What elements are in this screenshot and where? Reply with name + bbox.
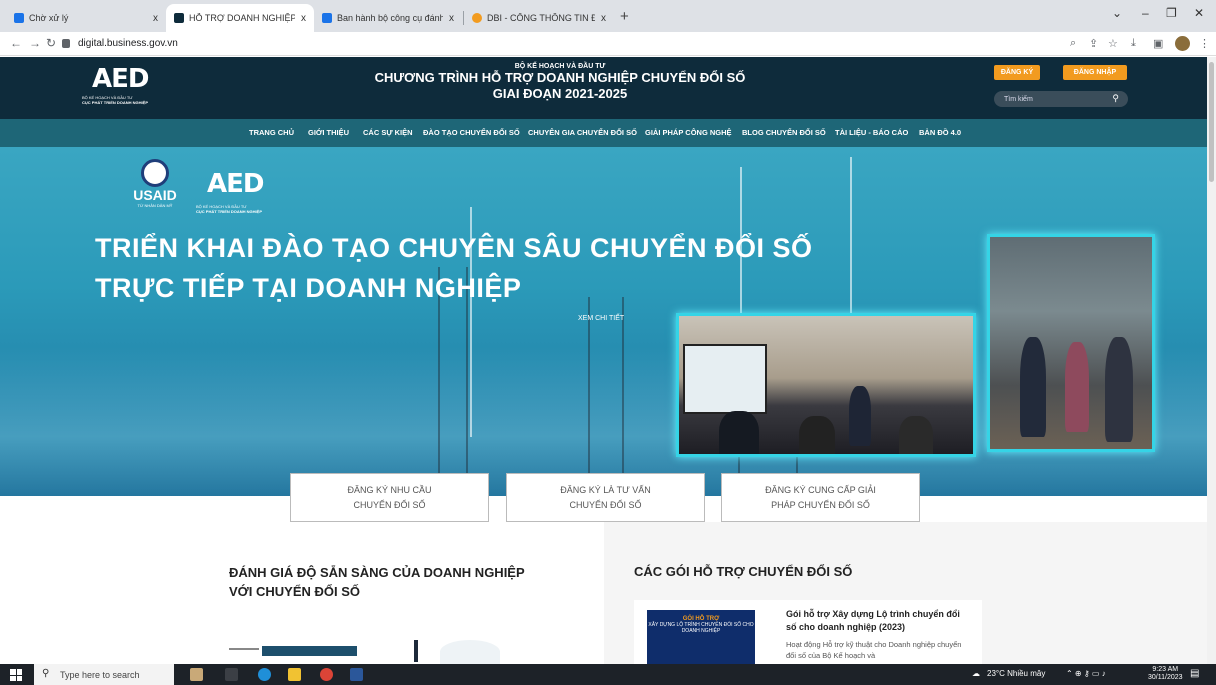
logo-subtitle: BỘ KẾ HOẠCH VÀ ĐẦU TƯ CỤC PHÁT TRIỂN DOA… (82, 95, 149, 105)
site-header: AED BỘ KẾ HOẠCH VÀ ĐẦU TƯ CỤC PHÁT TRIỂN… (0, 57, 1207, 119)
taskbar-clock[interactable]: 9:23 AM 30/11/2023 (1148, 666, 1183, 682)
nav-about[interactable]: GIỚI THIỆU (308, 128, 349, 137)
close-tab-icon[interactable]: x (153, 13, 158, 24)
restore-icon[interactable]: ❐ (1166, 6, 1177, 20)
power-tower (588, 297, 624, 496)
main-nav: TRANG CHỦ GIỚI THIỆU CÁC SỰ KIỆN ĐÀO TẠO… (0, 119, 1207, 147)
nav-experts[interactable]: CHUYÊN GIA CHUYỂN ĐỔI SỐ (528, 128, 637, 137)
package-card-image: GÓI HỖ TRỢ XÂY DỰNG LỘ TRÌNH CHUYỂN ĐỔI … (647, 610, 755, 664)
task-view-icon[interactable] (225, 668, 238, 681)
nav-documents[interactable]: TÀI LIỆU - BÁO CÁO (835, 128, 908, 137)
edge-icon[interactable] (258, 668, 271, 681)
cortana-icon[interactable] (190, 668, 203, 681)
register-provider-button[interactable]: ĐĂNG KÝ CUNG CẤP GIẢI PHÁP CHUYỂN ĐỔI SỐ (721, 473, 920, 522)
register-consultant-button[interactable]: ĐĂNG KÝ LÀ TƯ VẤN CHUYỂN ĐỔI SỐ (506, 473, 705, 522)
share-icon[interactable]: ⇪ (1089, 37, 1098, 50)
close-tab-icon[interactable]: x (301, 13, 306, 24)
view-details-link[interactable]: XEM CHI TIẾT (578, 315, 624, 322)
presentation-screen (683, 344, 767, 414)
scrollbar-thumb[interactable] (1209, 62, 1214, 182)
nav-blog[interactable]: BLOG CHUYỂN ĐỔI SỐ (742, 128, 826, 137)
package-card-title[interactable]: Gói hỗ trợ Xây dựng Lộ trình chuyển đổi … (786, 608, 971, 634)
search-icon: ⚲ (42, 668, 50, 679)
site-search-input[interactable]: Tìm kiếm ⚲ (994, 91, 1128, 107)
nav-training[interactable]: ĐÀO TẠO CHUYỂN ĐỔI SỐ (423, 128, 520, 137)
favicon-icon (472, 13, 482, 23)
file-explorer-icon[interactable] (288, 668, 301, 681)
register-button[interactable]: ĐĂNG KÝ (994, 65, 1040, 80)
close-window-icon[interactable]: ✕ (1194, 6, 1204, 20)
reload-icon[interactable]: ↻ (46, 36, 56, 50)
usaid-logo: USAID TỪ NHÂN DÂN MỸ (130, 159, 180, 208)
chrome-icon[interactable] (320, 668, 333, 681)
login-button[interactable]: ĐĂNG NHẬP (1063, 65, 1127, 80)
download-icon[interactable]: ⤓ (1131, 37, 1136, 50)
close-tab-icon[interactable]: x (601, 13, 606, 24)
close-tab-icon[interactable]: x (449, 13, 454, 24)
hero-photo-factory (987, 234, 1155, 452)
nav-solutions[interactable]: GIẢI PHÁP CÔNG NGHỆ (645, 128, 732, 137)
menu-icon[interactable]: ⋮ (1199, 37, 1210, 50)
hero-banner[interactable]: USAID TỪ NHÂN DÂN MỸ AED BỘ KẾ HOẠCH VÀ … (0, 147, 1207, 496)
register-needs-button[interactable]: ĐĂNG KÝ NHU CẦU CHUYỂN ĐỔI SỐ (290, 473, 489, 522)
hero-photo-classroom (676, 313, 976, 457)
program-heading: BỘ KẾ HOẠCH VÀ ĐẦU TƯ CHƯƠNG TRÌNH HỖ TR… (374, 63, 746, 101)
windows-start-icon[interactable] (10, 669, 22, 681)
windows-taskbar: ⚲ Type here to search ☁ 23°C Nhiều mây ⌃… (0, 664, 1216, 685)
assessment-chart-bar (414, 640, 418, 662)
url-text: digital.business.gov.vn (78, 38, 178, 49)
usaid-seal-icon (141, 159, 169, 187)
new-tab-button[interactable]: + (620, 8, 629, 25)
packages-title: CÁC GÓI HỖ TRỢ CHUYỂN ĐỔI SỐ (634, 564, 853, 579)
browser-tab[interactable]: Ban hành bộ công cụ đánh giá x (314, 4, 462, 32)
favicon-icon (14, 13, 24, 23)
forward-icon[interactable]: → (29, 36, 41, 50)
notifications-icon[interactable]: ▤ (1190, 668, 1199, 679)
nav-map[interactable]: BẢN ĐỒ 4.0 (919, 128, 961, 137)
word-icon[interactable] (350, 668, 363, 681)
assessment-chart-label (229, 648, 259, 650)
favicon-icon (174, 13, 184, 23)
logo-subtitle-hero: BỘ KẾ HOẠCH VÀ ĐẦU TƯ CỤC PHÁT TRIỂN DOA… (196, 204, 263, 214)
browser-tab-active[interactable]: HỖ TRỢ DOANH NGHIỆP CHUY x (166, 4, 314, 32)
favicon-icon (322, 13, 332, 23)
hero-title-line1: TRIỂN KHAI ĐÀO TẠO CHUYÊN SÂU CHUYỂN ĐỔI… (95, 233, 813, 263)
browser-tab[interactable]: DBI - CỔNG THÔNG TIN ĐÁNH x (464, 4, 614, 32)
tray-icons[interactable]: ⌃ ⊕ ⚷ ▭ ♪ (1066, 669, 1106, 678)
browser-tab[interactable]: Chờ xử lý x (6, 4, 166, 32)
lock-icon (62, 39, 70, 48)
back-icon[interactable]: ← (10, 36, 22, 50)
nav-events[interactable]: CÁC SỰ KIỆN (363, 128, 413, 137)
assessment-chart-bar (262, 646, 357, 656)
browser-tab-bar: Chờ xử lý x HỖ TRỢ DOANH NGHIỆP CHUY x B… (0, 0, 1216, 32)
assessment-title: ĐÁNH GIÁ ĐỘ SẴN SÀNG CỦA DOANH NGHIỆP VỚ… (229, 565, 525, 599)
package-card[interactable]: GÓI HỖ TRỢ XÂY DỰNG LỘ TRÌNH CHUYỂN ĐỔI … (634, 600, 982, 664)
side-panel-icon[interactable]: ▣ (1153, 37, 1163, 50)
aed-logo[interactable]: AED (92, 64, 149, 94)
tab-search-icon[interactable]: ⌄ (1112, 6, 1122, 20)
url-field[interactable]: digital.business.gov.vn (62, 34, 1062, 53)
search-icon[interactable]: ⚲ (1112, 93, 1119, 104)
minimize-icon[interactable]: – (1142, 6, 1149, 20)
hero-title-line2: TRỰC TIẾP TẠI DOANH NGHIỆP (95, 273, 522, 303)
nav-home[interactable]: TRANG CHỦ (249, 128, 294, 137)
taskbar-search[interactable]: ⚲ Type here to search (34, 664, 174, 685)
package-card-desc: Hoạt động Hỗ trợ kỹ thuật cho Doanh nghi… (786, 640, 962, 660)
aed-logo-hero: AED (207, 169, 264, 199)
bookmark-star-icon[interactable]: ☆ (1108, 37, 1118, 50)
profile-avatar[interactable] (1175, 36, 1190, 51)
address-bar-row: ← → ↻ digital.business.gov.vn ⌕ ⇪ ☆ ⤓ ▣ … (0, 32, 1216, 56)
weather-text[interactable]: 23°C Nhiều mây (987, 669, 1045, 678)
weather-icon[interactable]: ☁ (972, 669, 980, 678)
zoom-icon[interactable]: ⌕ (1070, 37, 1076, 50)
assessment-radar-chart (440, 640, 500, 664)
